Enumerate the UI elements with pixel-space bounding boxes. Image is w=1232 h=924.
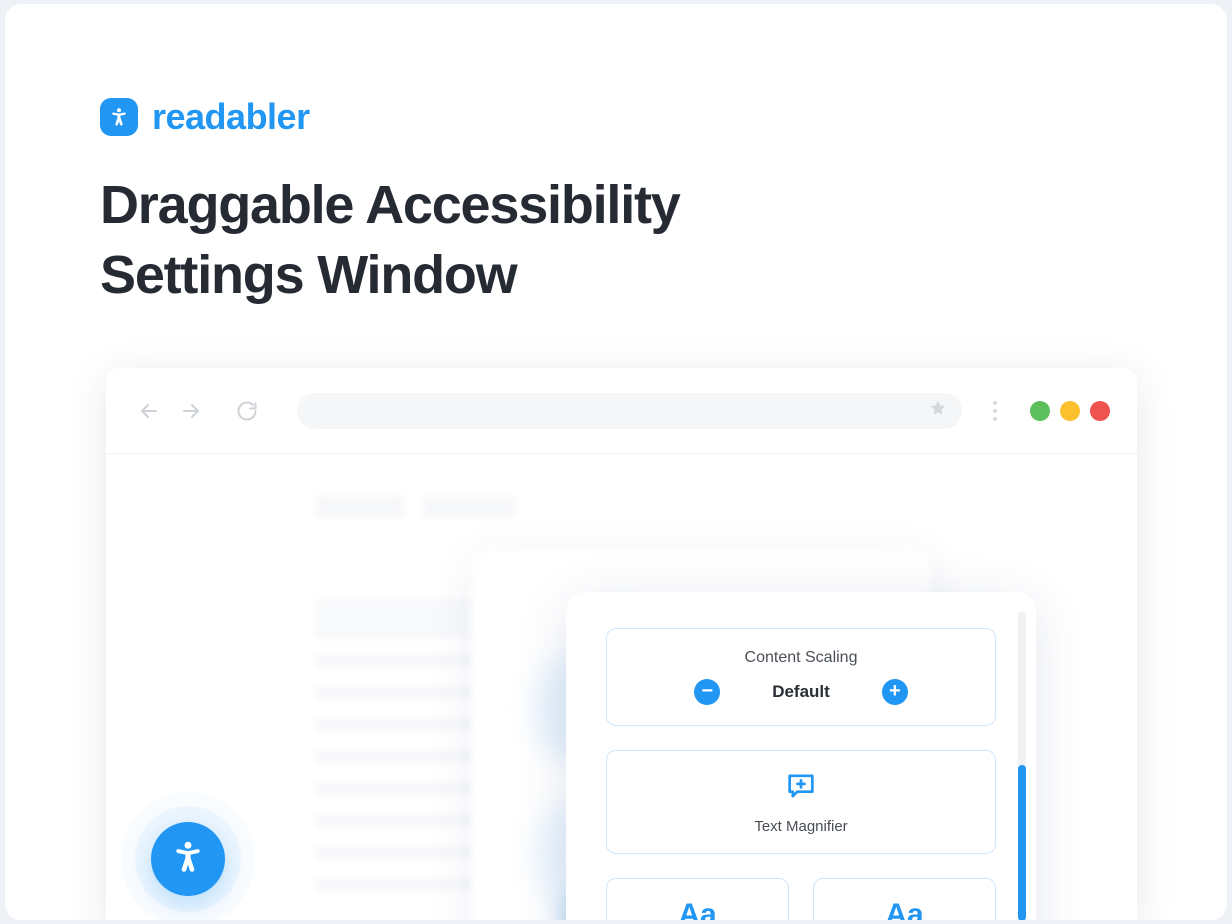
browser-window: Content Scaling − Default + Text Magnifi…	[106, 368, 1137, 920]
brand-name: readabler	[152, 96, 310, 137]
skeleton-bar	[315, 782, 475, 795]
speech-bubble-plus-icon	[784, 769, 818, 808]
content-scaling-card[interactable]: Content Scaling − Default +	[606, 628, 996, 726]
page-title: Draggable Accessibility Settings Window	[100, 170, 860, 310]
text-magnifier-label: Text Magnifier	[754, 818, 848, 835]
skeleton-bar	[315, 846, 475, 859]
accessibility-person-icon	[100, 98, 138, 136]
skeleton-bar	[315, 814, 475, 827]
browser-nav-controls	[136, 398, 260, 424]
plus-glyph: +	[888, 680, 901, 702]
window-button-maximize[interactable]	[1060, 400, 1080, 421]
skeleton-bar	[423, 496, 516, 518]
content-scaling-controls: − Default +	[625, 679, 977, 705]
arrow-left-icon[interactable]	[136, 398, 162, 424]
skeleton-bar	[315, 496, 405, 518]
window-controls[interactable]	[1030, 400, 1110, 421]
widget-scrollbar-thumb[interactable]	[1018, 765, 1026, 920]
aa-text-icon: Aa	[885, 897, 924, 920]
brand-logo[interactable]: readabler	[100, 96, 310, 138]
dyslexia-friendly-card[interactable]: Aa Dyslexia Friendly	[813, 878, 996, 920]
skeleton-bar	[315, 718, 475, 731]
readable-font-card[interactable]: Aa Readable Font	[606, 878, 789, 920]
star-icon[interactable]	[928, 398, 948, 423]
content-scaling-label: Content Scaling	[744, 649, 858, 666]
accessibility-fab-button[interactable]	[151, 822, 225, 896]
font-options-grid: Aa Readable Font Aa Dyslexia Friendly	[606, 878, 996, 920]
page-card: readabler Draggable Accessibility Settin…	[5, 4, 1227, 920]
minus-circle-icon[interactable]: −	[694, 679, 721, 705]
browser-toolbar	[106, 368, 1137, 454]
browser-viewport: Content Scaling − Default + Text Magnifi…	[106, 454, 1137, 920]
widget-scrollbar-track[interactable]	[1018, 612, 1026, 920]
accessibility-settings-widget[interactable]: Content Scaling − Default + Text Magnifi…	[566, 592, 1036, 920]
reload-icon[interactable]	[234, 398, 260, 424]
minus-glyph: −	[701, 680, 714, 702]
skeleton-bar	[315, 878, 475, 891]
page-title-line-2: Settings Window	[100, 245, 518, 305]
text-magnifier-card[interactable]: Text Magnifier	[606, 750, 996, 854]
content-scaling-value: Default	[772, 682, 830, 701]
page-title-line-1: Draggable Accessibility	[100, 175, 681, 235]
kebab-menu-icon[interactable]	[984, 396, 1006, 426]
window-button-minimize[interactable]	[1030, 400, 1050, 421]
plus-circle-icon[interactable]: +	[881, 679, 908, 705]
address-bar[interactable]	[297, 392, 962, 429]
arrow-right-icon[interactable]	[178, 398, 204, 424]
window-button-close[interactable]	[1090, 400, 1110, 421]
skeleton-bar	[315, 686, 475, 699]
skeleton-bar	[315, 654, 475, 667]
aa-text-icon: Aa	[678, 897, 717, 920]
accessibility-person-icon	[169, 838, 207, 881]
skeleton-bar	[315, 750, 475, 763]
